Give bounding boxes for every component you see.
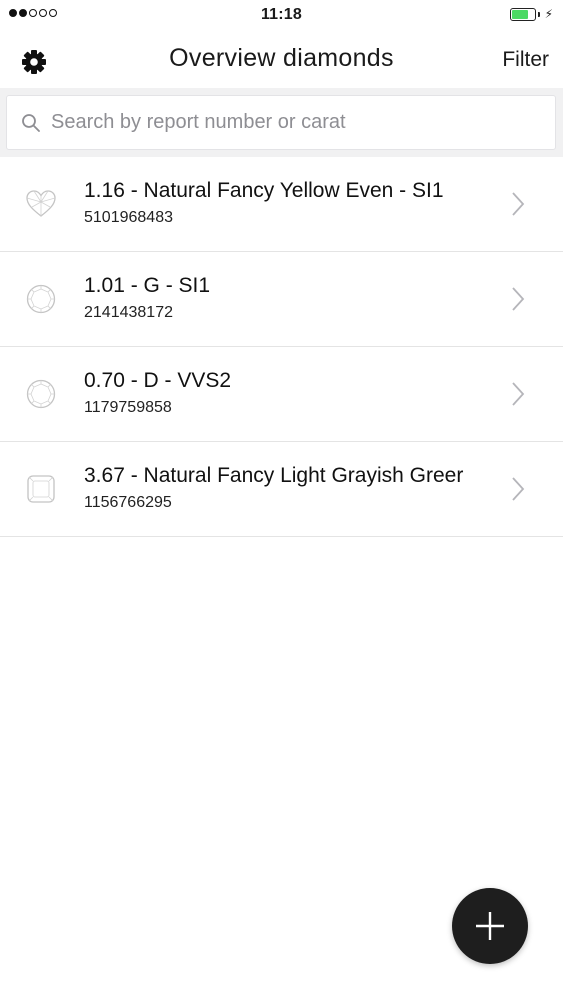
report-number: 5101968483 bbox=[84, 209, 173, 226]
page-title: Overview diamonds bbox=[169, 44, 394, 72]
search-input[interactable] bbox=[51, 111, 521, 134]
diamond-title: 3.67 - Natural Fancy Light Grayish Greer bbox=[84, 464, 464, 487]
chevron-right-icon bbox=[512, 192, 525, 216]
search-bar bbox=[0, 88, 563, 158]
diamond-title: 1.01 - G - SI1 bbox=[84, 274, 211, 297]
report-number: 2141438172 bbox=[84, 304, 173, 321]
round-shape-icon bbox=[26, 379, 56, 409]
list-item[interactable]: 0.70 - D - VVS2 1179759858 bbox=[0, 347, 563, 442]
list-item[interactable]: 1.01 - G - SI1 2141438172 bbox=[0, 252, 563, 347]
charging-bolt-icon: ⚡ bbox=[544, 7, 553, 21]
filter-button[interactable]: Filter bbox=[502, 48, 549, 72]
add-diamond-button[interactable] bbox=[452, 888, 528, 964]
battery-icon: ⚡ bbox=[509, 7, 553, 21]
search-icon bbox=[22, 113, 40, 132]
search-box[interactable] bbox=[6, 95, 556, 150]
cushion-shape-icon bbox=[27, 475, 55, 503]
screen: 11:18 ⚡ Overview diamonds Filter Search … bbox=[0, 0, 563, 1000]
report-number: 1179759858 bbox=[84, 399, 172, 416]
round-shape-icon bbox=[26, 284, 56, 314]
list-item[interactable]: 3.67 - Natural Fancy Light Grayish Greer… bbox=[0, 442, 563, 537]
chevron-right-icon bbox=[512, 287, 525, 311]
heart-shape-icon bbox=[26, 190, 56, 217]
signal-strength-icon bbox=[9, 9, 57, 17]
list-item[interactable]: 1.16 - Natural Fancy Yellow Even - SI1 5… bbox=[0, 157, 563, 252]
nav-bar: Overview diamonds Filter bbox=[0, 30, 563, 88]
diamond-title: 0.70 - D - VVS2 bbox=[84, 369, 232, 392]
diamond-title: 1.16 - Natural Fancy Yellow Even - SI1 bbox=[84, 179, 444, 202]
chevron-right-icon bbox=[512, 477, 525, 501]
report-number: 1156766295 bbox=[84, 494, 172, 511]
chevron-right-icon bbox=[512, 382, 525, 406]
plus-icon bbox=[476, 912, 504, 940]
status-time: 11:18 bbox=[260, 6, 303, 23]
status-bar: 11:18 ⚡ bbox=[0, 0, 563, 30]
diamond-list: 1.16 - Natural Fancy Yellow Even - SI1 5… bbox=[0, 157, 563, 537]
